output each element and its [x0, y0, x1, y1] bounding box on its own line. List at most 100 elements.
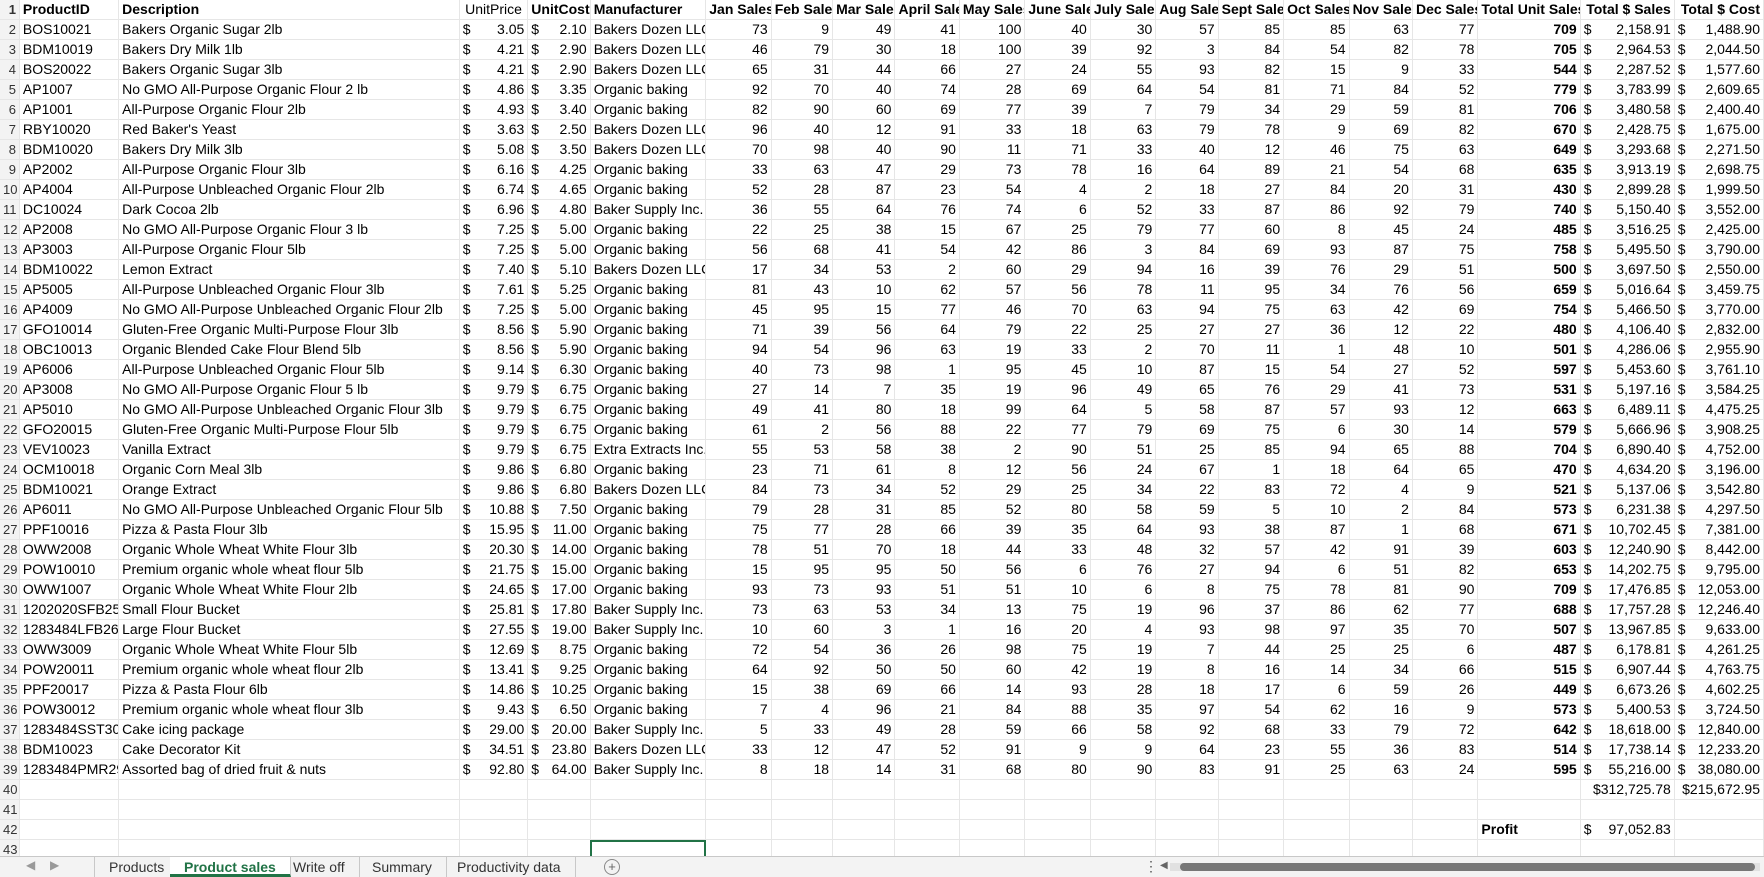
feb-sales-cell[interactable]: 40: [771, 119, 834, 140]
total-dollar-cost-cell[interactable]: $3,196.00: [1674, 459, 1764, 480]
may-sales-cell[interactable]: 11: [959, 139, 1026, 160]
april-sales-cell[interactable]: 2: [894, 259, 960, 280]
product-id-cell[interactable]: BDM10021: [19, 479, 120, 500]
may-sales-cell[interactable]: 22: [959, 419, 1026, 440]
may-sales-cell[interactable]: 28: [959, 79, 1026, 100]
nov-sales-cell[interactable]: 4: [1349, 479, 1413, 500]
product-id-cell[interactable]: VEV10023: [19, 439, 120, 460]
dec-sales-cell[interactable]: 81: [1412, 99, 1479, 120]
unit-price-cell[interactable]: $4.21: [459, 59, 529, 80]
oct-sales-cell[interactable]: 87: [1283, 519, 1350, 540]
jan-sales-cell[interactable]: 82: [705, 99, 772, 120]
july-sales-cell[interactable]: 9: [1090, 739, 1157, 760]
manufacturer-cell[interactable]: Baker Supply Inc.: [590, 719, 707, 740]
product-id-cell[interactable]: AP4004: [19, 179, 120, 200]
unit-price-cell[interactable]: $34.51: [459, 739, 529, 760]
feb-sales-cell[interactable]: 73: [771, 479, 834, 500]
april-sales-cell[interactable]: 66: [894, 519, 960, 540]
july-sales-cell[interactable]: 2: [1090, 339, 1157, 360]
manufacturer-cell[interactable]: Bakers Dozen LLC: [590, 479, 707, 500]
product-id-cell[interactable]: POW10010: [19, 559, 120, 580]
july-sales-cell[interactable]: 7: [1090, 99, 1157, 120]
unit-price-cell[interactable]: $7.25: [459, 239, 529, 260]
product-id-cell[interactable]: POW30012: [19, 699, 120, 720]
total-dollar-cost-cell[interactable]: $2,609.65: [1674, 79, 1764, 100]
manufacturer-cell[interactable]: Organic baking: [590, 179, 707, 200]
oct-sales-cell[interactable]: 1: [1283, 339, 1350, 360]
unit-price-cell[interactable]: $9.79: [459, 419, 529, 440]
april-sales-cell[interactable]: 26: [894, 639, 960, 660]
sept-sales-cell[interactable]: 91: [1218, 759, 1285, 780]
aug-sales-cell[interactable]: 22: [1155, 479, 1219, 500]
total-unit-sales-cell[interactable]: 521: [1477, 479, 1581, 500]
unit-cost-cell[interactable]: $4.80: [527, 199, 591, 220]
mar-sales-cell[interactable]: 38: [832, 219, 896, 240]
product-id-cell[interactable]: 1202020SFB25: [19, 599, 120, 620]
total-unit-sales-cell[interactable]: 514: [1477, 739, 1581, 760]
oct-sales-cell[interactable]: 15: [1283, 59, 1350, 80]
april-sales-cell[interactable]: 62: [894, 279, 960, 300]
aug-sales-cell[interactable]: 67: [1155, 459, 1219, 480]
product-id-cell[interactable]: AP3003: [19, 239, 120, 260]
profit-value-cell[interactable]: $97,052.83: [1580, 819, 1675, 840]
unit-cost-cell[interactable]: $9.25: [527, 659, 591, 680]
total-dollar-sales-cell[interactable]: $6,178.81: [1580, 639, 1675, 660]
total-dollar-sales-cell[interactable]: $6,673.26: [1580, 679, 1675, 700]
description-cell[interactable]: Organic Blended Cake Flour Blend 5lb: [118, 339, 460, 360]
dec-sales-cell[interactable]: 31: [1412, 179, 1479, 200]
unit-price-cell[interactable]: $8.56: [459, 319, 529, 340]
nov-sales-cell[interactable]: 12: [1349, 319, 1413, 340]
total-dollar-cost-cell[interactable]: $4,763.75: [1674, 659, 1764, 680]
feb-sales-cell[interactable]: 55: [771, 199, 834, 220]
total-unit-sales-cell[interactable]: 642: [1477, 719, 1581, 740]
unit-price-cell[interactable]: $10.88: [459, 499, 529, 520]
total-dollar-sales-cell[interactable]: $5,666.96: [1580, 419, 1675, 440]
total-dollar-sales-cell[interactable]: $17,476.85: [1580, 579, 1675, 600]
jan-sales-cell[interactable]: 84: [705, 479, 772, 500]
april-sales-cell[interactable]: 35: [894, 379, 960, 400]
row-number[interactable]: 24: [0, 459, 20, 480]
unit-cost-cell[interactable]: $14.00: [527, 539, 591, 560]
mar-sales-cell[interactable]: 50: [832, 659, 896, 680]
empty-cell[interactable]: [894, 819, 960, 840]
aug-sales-cell[interactable]: 65: [1155, 379, 1219, 400]
nov-sales-cell[interactable]: 63: [1349, 19, 1413, 40]
total-dollar-sales-cell[interactable]: $5,150.40: [1580, 199, 1675, 220]
empty-cell[interactable]: [832, 779, 896, 800]
dec-sales-cell[interactable]: 79: [1412, 199, 1479, 220]
empty-cell[interactable]: [1283, 799, 1350, 820]
empty-cell[interactable]: [1580, 799, 1675, 820]
nov-sales-cell[interactable]: 64: [1349, 459, 1413, 480]
empty-cell[interactable]: [894, 799, 960, 820]
may-sales-cell[interactable]: 77: [959, 99, 1026, 120]
empty-cell[interactable]: [705, 779, 772, 800]
unit-price-cell[interactable]: $92.80: [459, 759, 529, 780]
nov-sales-cell[interactable]: 75: [1349, 139, 1413, 160]
unit-price-cell[interactable]: $8.56: [459, 339, 529, 360]
april-sales-cell[interactable]: 18: [894, 539, 960, 560]
total-dollar-sales-cell[interactable]: $3,516.25: [1580, 219, 1675, 240]
manufacturer-cell[interactable]: Organic baking: [590, 639, 707, 660]
total-dollar-cost-cell[interactable]: $3,724.50: [1674, 699, 1764, 720]
may-sales-cell[interactable]: 95: [959, 359, 1026, 380]
jan-sales-cell[interactable]: 27: [705, 379, 772, 400]
total-unit-sales-cell[interactable]: 688: [1477, 599, 1581, 620]
row-number[interactable]: 1: [0, 0, 20, 20]
total-dollar-cost-cell[interactable]: $3,542.80: [1674, 479, 1764, 500]
description-cell[interactable]: No GMO All-Purpose Organic Flour 3 lb: [118, 219, 460, 240]
manufacturer-cell[interactable]: Baker Supply Inc.: [590, 759, 707, 780]
jan-sales-cell[interactable]: 73: [705, 19, 772, 40]
jan-sales-cell[interactable]: 78: [705, 539, 772, 560]
unit-cost-cell[interactable]: $2.90: [527, 59, 591, 80]
dec-sales-cell[interactable]: 88: [1412, 439, 1479, 460]
sept-sales-cell[interactable]: 84: [1218, 39, 1285, 60]
product-id-cell[interactable]: POW20011: [19, 659, 120, 680]
unit-cost-cell[interactable]: $19.00: [527, 619, 591, 640]
empty-cell[interactable]: [832, 819, 896, 840]
row-number[interactable]: 10: [0, 179, 20, 200]
description-cell[interactable]: All-Purpose Unbleached Organic Flour 5lb: [118, 359, 460, 380]
april-sales-cell[interactable]: 8: [894, 459, 960, 480]
aug-sales-cell[interactable]: 8: [1155, 659, 1219, 680]
unit-price-cell[interactable]: $9.14: [459, 359, 529, 380]
row-number[interactable]: 37: [0, 719, 20, 740]
